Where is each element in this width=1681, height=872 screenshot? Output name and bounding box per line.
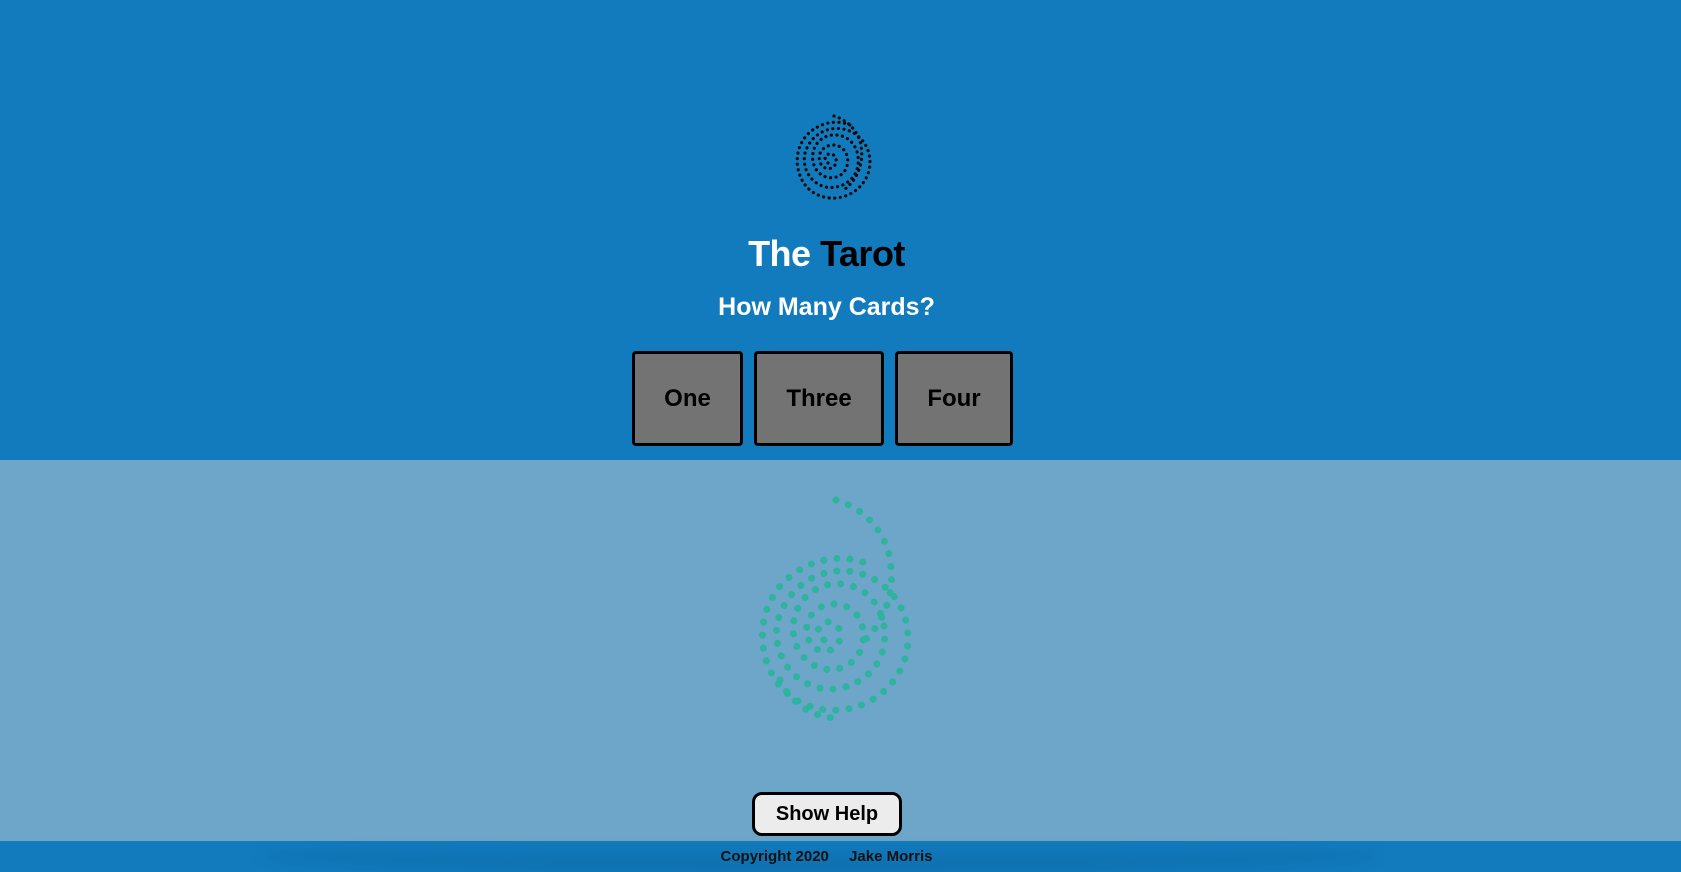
one-card-button[interactable]: One [632, 351, 743, 446]
copyright-text: Copyright 2020 [720, 848, 829, 865]
title-word-tarot: Tarot [820, 233, 905, 274]
four-cards-button[interactable]: Four [895, 351, 1013, 446]
fingerprint-icon [795, 114, 872, 200]
footer-text: Copyright 2020 Jake Morris [0, 848, 1653, 865]
footer: Copyright 2020 Jake Morris [0, 841, 1681, 872]
fingerprint-illustration-icon [758, 496, 912, 722]
header-section: The Tarot How Many Cards? One Three Four [0, 0, 1681, 460]
author-text: Jake Morris [849, 848, 933, 865]
three-cards-button[interactable]: Three [754, 351, 884, 446]
title-word-the: The [748, 233, 811, 274]
subtitle: How Many Cards? [718, 293, 935, 321]
show-help-button[interactable]: Show Help [752, 792, 902, 836]
page-title: The Tarot [0, 233, 1653, 275]
